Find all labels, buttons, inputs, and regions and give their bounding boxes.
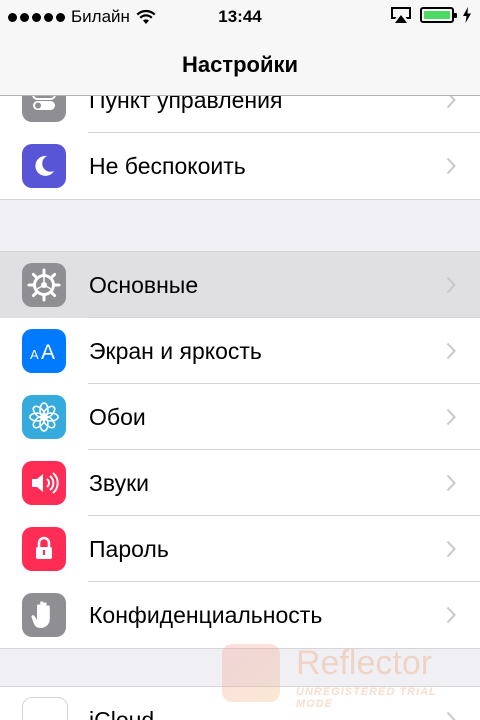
gear-icon (22, 263, 66, 307)
settings-row-display-brightness[interactable]: A A Экран и яркость (0, 318, 480, 384)
page-title: Настройки (181, 51, 299, 77)
settings-row-general[interactable]: Основные (0, 252, 480, 318)
reflector-logo-icon (222, 644, 280, 702)
chevron-right-icon (446, 540, 456, 558)
svg-text:A: A (30, 347, 39, 362)
settings-row-sounds[interactable]: Звуки (0, 450, 480, 516)
watermark-name: Reflector (296, 644, 433, 682)
settings-row-label: Пункт управления (89, 96, 283, 113)
lock-icon (22, 527, 66, 571)
chevron-right-icon (446, 276, 456, 294)
flower-icon (22, 395, 66, 439)
chevron-right-icon (446, 711, 456, 720)
settings-row-label: iCloud (89, 706, 155, 720)
hand-icon (22, 593, 66, 637)
settings-group-general: Основные A A Экран и яркость Обои Звуки … (0, 251, 480, 649)
settings-row-privacy[interactable]: Конфиденциальность (0, 582, 480, 648)
settings-row-label: Экран и яркость (89, 337, 262, 364)
settings-row-label: Звуки (89, 469, 150, 496)
watermark-subtitle: UNREGISTERED TRIAL MODE (296, 686, 437, 710)
chevron-right-icon (446, 157, 456, 175)
text-size-icon: A A (22, 329, 66, 373)
status-right (390, 6, 472, 24)
status-bar: Билайн 13:44 (0, 0, 480, 34)
settings-row-do-not-disturb[interactable]: Не беспокоить (0, 133, 480, 199)
cloud-icon (22, 697, 68, 720)
moon-icon (22, 144, 66, 188)
settings-row-label: Конфиденциальность (89, 601, 323, 628)
settings-row-control-center[interactable]: Пункт управления (0, 96, 480, 133)
chevron-right-icon (446, 606, 456, 624)
speaker-icon (22, 461, 66, 505)
settings-row-label: Не беспокоить (89, 152, 246, 179)
chevron-right-icon (446, 96, 456, 109)
airplay-icon (391, 7, 411, 23)
chevron-right-icon (446, 408, 456, 426)
settings-row-label: Обои (89, 403, 146, 430)
reflector-watermark: Reflector UNREGISTERED TRIAL MODE (222, 644, 472, 710)
settings-list[interactable]: Пункт управления Не беспокоить Основные … (0, 96, 480, 720)
navigation-bar: Настройки (0, 34, 480, 96)
charging-bolt-icon (463, 7, 471, 23)
settings-row-label: Пароль (89, 535, 169, 562)
settings-row-wallpaper[interactable]: Обои (0, 384, 480, 450)
settings-group-system: Пункт управления Не беспокоить (0, 96, 480, 200)
svg-text:A: A (41, 341, 55, 363)
control-center-icon (22, 96, 66, 122)
chevron-right-icon (446, 474, 456, 492)
chevron-right-icon (446, 342, 456, 360)
battery-level (424, 11, 450, 19)
settings-row-label: Основные (89, 271, 199, 298)
settings-row-passcode[interactable]: Пароль (0, 516, 480, 582)
battery-icon (420, 7, 457, 23)
